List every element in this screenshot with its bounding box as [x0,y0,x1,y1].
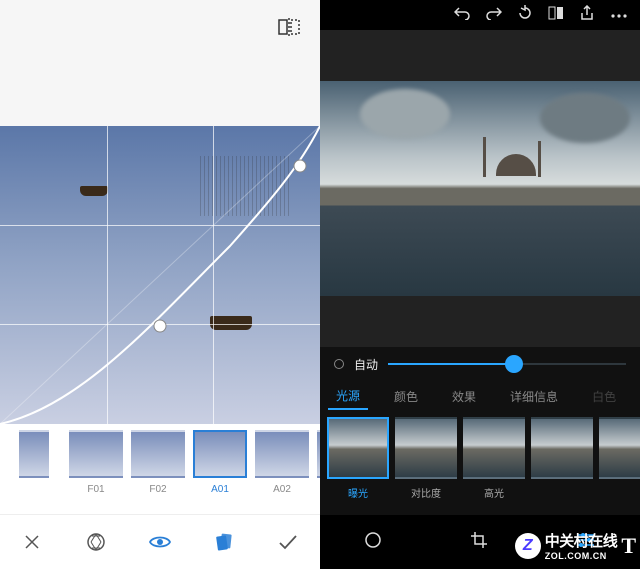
confirm-button[interactable] [273,527,303,557]
left-header [0,0,320,126]
left-editor-panel: F01 F02 A01 A02 N01 [0,0,320,569]
aperture-icon[interactable] [81,527,111,557]
eye-icon[interactable] [145,527,175,557]
cards-icon[interactable] [209,527,239,557]
watermark-t: T [621,533,636,559]
adj-exposure[interactable]: 曝光 [326,417,390,515]
auto-label: 自动 [354,356,378,373]
adj-contrast[interactable]: 对比度 [394,417,458,515]
right-editor-panel: 自动 光源 颜色 效果 详细信息 白色 曝光 对比度 高光 [320,0,640,569]
preset-thumb-partial[interactable] [4,430,64,484]
adj-next2[interactable] [598,417,640,515]
share-icon[interactable] [580,5,594,26]
preset-strip: F01 F02 A01 A02 N01 [0,424,320,514]
preset-a02[interactable]: A02 [252,430,312,495]
left-preview-image[interactable] [0,126,320,424]
cancel-button[interactable] [17,527,47,557]
preset-f02[interactable]: F02 [128,430,188,495]
reset-icon[interactable] [518,5,532,26]
auto-toggle[interactable] [334,359,344,369]
watermark: Z 中关村在线 ZOL.COM.CN T [515,530,636,561]
more-icon[interactable] [610,6,628,24]
undo-icon[interactable] [454,6,470,25]
watermark-brand-url: ZOL.COM.CN [545,551,618,561]
adjust-tabs: 光源 颜色 效果 详细信息 白色 [320,381,640,411]
compare-icon[interactable] [278,18,300,41]
grid-overlay [0,126,320,424]
circle-icon[interactable] [364,531,382,554]
preset-a01[interactable]: A01 [190,430,250,495]
adj-highlights[interactable]: 高光 [462,417,526,515]
exposure-slider-row: 自动 [320,347,640,381]
tab-light[interactable]: 光源 [328,383,368,410]
watermark-logo: Z [515,533,541,559]
adj-next1[interactable] [530,417,594,515]
redo-icon[interactable] [486,6,502,25]
tab-effect[interactable]: 效果 [444,384,484,409]
compare-split-icon[interactable] [548,6,564,25]
left-toolbar [0,514,320,569]
right-preview-image[interactable] [320,30,640,347]
exposure-slider[interactable] [388,363,626,365]
preset-f01[interactable]: F01 [66,430,126,495]
tab-white[interactable]: 白色 [584,384,624,409]
right-header [320,0,640,30]
tab-color[interactable]: 颜色 [386,384,426,409]
watermark-brand-cn: 中关村在线 [545,533,618,550]
crop-icon[interactable] [470,531,488,554]
tab-detail[interactable]: 详细信息 [502,384,566,409]
adjustment-strip: 曝光 对比度 高光 [320,411,640,515]
